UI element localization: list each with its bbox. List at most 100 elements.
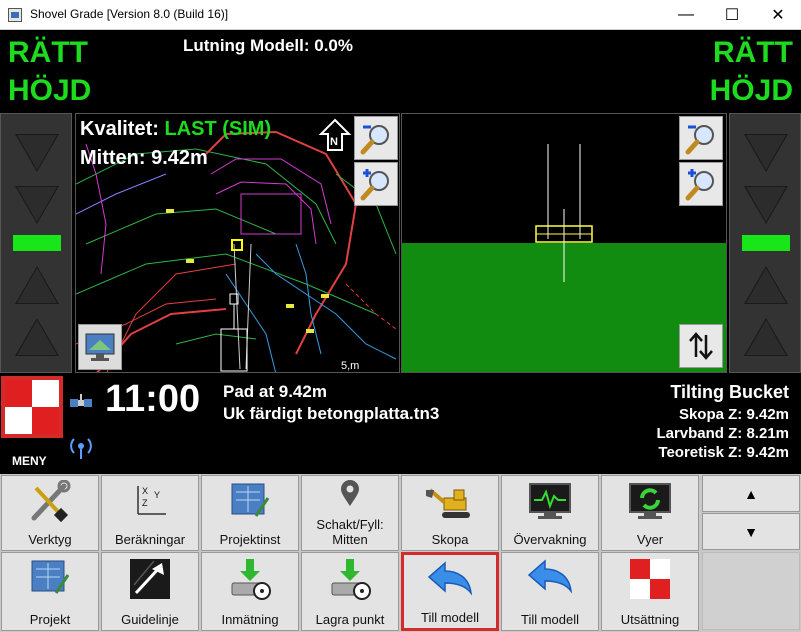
close-button[interactable]: ✕ bbox=[755, 0, 801, 30]
cut-arrow-icon bbox=[744, 186, 788, 224]
bucket-button[interactable]: Skopa bbox=[401, 475, 499, 551]
zoom-out-icon bbox=[360, 125, 389, 155]
calculations-label: Beräkningar bbox=[114, 532, 186, 547]
profile-view[interactable] bbox=[401, 113, 727, 373]
tools-label: Verktyg bbox=[28, 532, 72, 547]
bucket-z: Skopa Z: 9.42m bbox=[678, 406, 789, 423]
grade-status-left: RÄTT HÖJD bbox=[8, 34, 91, 110]
radio-signal-icon bbox=[70, 438, 92, 459]
toolbar-scroll-up-button[interactable]: ▲ bbox=[702, 475, 800, 512]
survey-label: Inmätning bbox=[221, 612, 279, 627]
cut-fill-button[interactable]: Schakt/Fyll: Mitten bbox=[301, 475, 399, 551]
wrench-screwdriver-icon bbox=[31, 480, 71, 523]
track-z: Larvband Z: 8.21m bbox=[656, 425, 789, 442]
model-file-name: Uk färdigt betongplatta.tn3 bbox=[223, 404, 440, 423]
cut-arrow-icon bbox=[15, 134, 59, 172]
monitoring-label: Övervakning bbox=[513, 532, 587, 547]
plan-map-view[interactable]: 5,m Kvalitet: LAST (SIM) Mitten: 9.42m N bbox=[75, 113, 400, 373]
status-left-line2: HÖJD bbox=[8, 74, 92, 107]
right-grade-indicator bbox=[729, 113, 801, 373]
title-bar: Shovel Grade [Version 8.0 (Build 16)] — … bbox=[0, 0, 801, 30]
model-slope: Lutning Modell: 0.0% bbox=[183, 36, 353, 55]
monitor-heartbeat-icon bbox=[529, 483, 571, 519]
stakeout-label: Utsättning bbox=[620, 612, 680, 627]
on-grade-bar bbox=[742, 235, 790, 251]
stakeout-button[interactable]: Utsättning bbox=[601, 552, 699, 631]
swap-arrows-icon bbox=[689, 332, 713, 360]
satellite-icon bbox=[70, 394, 92, 407]
bucket-label: Skopa bbox=[431, 532, 469, 547]
map-zoom-in-button[interactable] bbox=[354, 162, 398, 206]
to-model-secondary-label: Till modell bbox=[520, 612, 580, 627]
menu-button[interactable] bbox=[1, 376, 63, 438]
store-point-label: Lagra punkt bbox=[315, 612, 385, 627]
quality-value: LAST (SIM) bbox=[164, 118, 272, 140]
toolbar-scroll-down-button[interactable]: ▼ bbox=[702, 513, 800, 550]
blueprint-settings-icon bbox=[231, 483, 270, 517]
clock: 11:00 bbox=[105, 378, 201, 420]
left-grade-indicator bbox=[0, 113, 72, 373]
guideline-button[interactable]: Guidelinje bbox=[101, 552, 199, 631]
zoom-in-icon bbox=[360, 169, 389, 201]
views-button[interactable]: Vyer bbox=[601, 475, 699, 551]
to-model-secondary-button[interactable]: Till modell bbox=[501, 552, 599, 631]
bottom-toolbar: Verktyg X Z Y Beräkningar Projektinst Sc… bbox=[0, 474, 801, 632]
map-scale-label: 5,m bbox=[341, 360, 359, 372]
cut-arrow-icon bbox=[744, 134, 788, 172]
svg-text:Z: Z bbox=[142, 498, 148, 508]
on-grade-bar bbox=[13, 235, 61, 251]
status-left-line1: RÄTT bbox=[8, 36, 88, 69]
bucket-type: Tilting Bucket bbox=[670, 382, 789, 402]
cut-fill-label: Schakt/Fyll: Mitten bbox=[316, 517, 384, 547]
quality-label: Kvalitet: bbox=[80, 118, 159, 140]
location-pin-icon bbox=[341, 480, 359, 506]
return-arrow-icon bbox=[527, 559, 573, 594]
map-zoom-out-button[interactable] bbox=[354, 116, 398, 160]
swap-view-button[interactable] bbox=[679, 324, 723, 368]
empty-toolbar-slot bbox=[702, 552, 800, 630]
return-arrow-icon bbox=[427, 561, 473, 596]
info-panel: MENY 11:00 Pad at 9.42m Uk färdigt beton… bbox=[0, 374, 801, 474]
store-point-icon bbox=[231, 559, 271, 600]
zoom-out-icon bbox=[685, 125, 714, 155]
survey-button[interactable]: Inmätning bbox=[201, 552, 299, 631]
window-title: Shovel Grade [Version 8.0 (Build 16)] bbox=[30, 7, 229, 21]
calculations-button[interactable]: X Z Y Beräkningar bbox=[101, 475, 199, 551]
profile-zoom-out-button[interactable] bbox=[679, 116, 723, 160]
monitor-layers-icon bbox=[85, 333, 115, 361]
tools-button[interactable]: Verktyg bbox=[1, 475, 99, 551]
to-model-button[interactable]: Till modell bbox=[401, 552, 499, 631]
to-model-label: Till modell bbox=[420, 610, 480, 625]
store-point-icon bbox=[331, 559, 371, 600]
maximize-button[interactable]: ☐ bbox=[709, 0, 755, 30]
theoretical-z: Teoretisk Z: 9.42m bbox=[658, 444, 789, 461]
north-arrow-icon[interactable]: N bbox=[318, 118, 352, 152]
middle-height-readout: Mitten: 9.42m bbox=[80, 147, 208, 169]
project-button[interactable]: Projekt bbox=[1, 552, 99, 631]
project-settings-button[interactable]: Projektinst bbox=[201, 475, 299, 551]
project-label: Projekt bbox=[29, 612, 71, 627]
status-right-line2: HÖJD bbox=[709, 74, 793, 107]
fill-arrow-icon bbox=[744, 318, 788, 356]
menu-label: MENY bbox=[12, 454, 47, 468]
fill-arrow-icon bbox=[15, 318, 59, 356]
xyz-axes-icon: X Z Y bbox=[137, 486, 166, 515]
blueprint-icon bbox=[31, 560, 70, 594]
quality-readout: Kvalitet: LAST (SIM) bbox=[80, 118, 271, 141]
profile-zoom-in-button[interactable] bbox=[679, 162, 723, 206]
svg-text:X: X bbox=[142, 486, 148, 496]
svg-text:Y: Y bbox=[154, 490, 160, 500]
minimize-button[interactable]: — bbox=[663, 0, 709, 30]
monitor-refresh-icon bbox=[629, 483, 671, 519]
monitoring-button[interactable]: Övervakning bbox=[501, 475, 599, 551]
app-icon bbox=[8, 8, 22, 22]
map-layers-button[interactable] bbox=[78, 324, 122, 370]
guideline-arrow-icon bbox=[130, 559, 170, 599]
menu-logo-icon bbox=[5, 380, 32, 407]
fill-arrow-icon bbox=[744, 266, 788, 304]
north-letter: N bbox=[330, 136, 338, 148]
pad-elevation: Pad at 9.42m bbox=[223, 382, 327, 401]
fill-arrow-icon bbox=[15, 266, 59, 304]
grade-status-right: RÄTT HÖJD bbox=[710, 34, 793, 110]
store-point-button[interactable]: Lagra punkt bbox=[301, 552, 399, 631]
